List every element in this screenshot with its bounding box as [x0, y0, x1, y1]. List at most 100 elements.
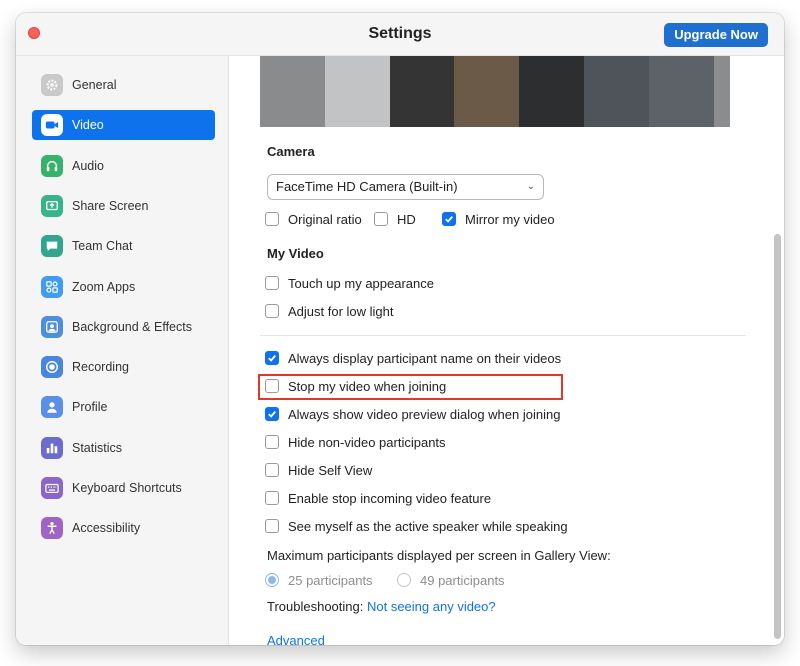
see-myself-as-the-active-speaker-while-speaking-checkbox[interactable]	[265, 519, 279, 533]
always-show-video-preview-dialog-when-joining-label: Always show video preview dialog when jo…	[288, 406, 561, 422]
sidebar-item-label: Keyboard Shortcuts	[72, 481, 182, 495]
video-camera-icon	[41, 114, 63, 137]
record-icon	[41, 356, 63, 379]
touch-up-my-appearance-row[interactable]: Touch up my appearance	[265, 274, 434, 292]
always-show-video-preview-dialog-when-joining-checkbox[interactable]	[265, 407, 279, 421]
sidebar-item-label: General	[72, 78, 117, 92]
gallery-view-label: Maximum participants displayed per scree…	[267, 548, 611, 563]
camera-select[interactable]: FaceTime HD Camera (Built-in) ⌄	[267, 174, 544, 200]
chevron-down-icon: ⌄	[526, 181, 535, 192]
preview-tile	[648, 56, 714, 127]
adjust-for-low-light-row[interactable]: Adjust for low light	[265, 302, 394, 320]
sidebar-item-zoom-apps[interactable]: Zoom Apps	[32, 272, 215, 302]
sidebar-item-label: Background & Effects	[72, 319, 192, 334]
accessibility-icon	[41, 517, 63, 540]
hd-row[interactable]: HD	[374, 210, 416, 228]
not-seeing-video-link[interactable]: Not seeing any video?	[367, 599, 496, 614]
sidebar-item-accessibility[interactable]: Accessibility	[32, 513, 215, 543]
original-ratio-row[interactable]: Original ratio	[265, 210, 362, 228]
sidebar-item-label: Share Screen	[72, 198, 149, 213]
hd-label: HD	[397, 211, 416, 227]
preview-tile	[389, 56, 455, 127]
mirror-my-video-row[interactable]: Mirror my video	[442, 210, 555, 228]
gallery-25-participants-option[interactable]: 25 participants	[265, 571, 373, 589]
keyboard-icon	[41, 477, 63, 499]
hide-self-view-checkbox[interactable]	[265, 463, 279, 477]
settings-sidebar: General Video Audio Share Screen Team Chat Zo…	[16, 56, 229, 645]
sidebar-item-label: Recording	[72, 360, 129, 375]
sidebar-item-label: Zoom Apps	[72, 279, 136, 294]
background-icon	[41, 315, 63, 338]
enable-stop-incoming-video-feature-checkbox[interactable]	[265, 491, 279, 505]
title-bar: Settings Upgrade Now	[16, 13, 784, 56]
camera-heading: Camera	[267, 144, 315, 159]
sidebar-item-audio[interactable]: Audio	[32, 151, 215, 181]
gear-icon	[41, 74, 63, 96]
sidebar-item-label: Audio	[72, 158, 104, 173]
preview-tile	[324, 56, 390, 127]
original-ratio-checkbox[interactable]	[265, 212, 279, 226]
mirror-my-video-checkbox[interactable]	[442, 212, 456, 226]
always-display-participant-name-on-their-videos-row[interactable]: Always display participant name on their…	[265, 349, 561, 367]
video-settings-panel: Camera FaceTime HD Camera (Built-in) ⌄ O…	[229, 56, 784, 645]
scrollbar-thumb[interactable]	[774, 234, 781, 639]
hide-non-video-participants-row[interactable]: Hide non-video participants	[265, 433, 446, 451]
sidebar-item-label: Team Chat	[72, 239, 133, 254]
sidebar-item-share-screen[interactable]: Share Screen	[32, 191, 215, 221]
headphones-icon	[41, 154, 63, 177]
sidebar-item-label: Profile	[72, 400, 108, 415]
upgrade-now-button[interactable]: Upgrade Now	[664, 23, 768, 47]
preview-tile	[519, 56, 585, 127]
hide-self-view-row[interactable]: Hide Self View	[265, 461, 372, 479]
enable-stop-incoming-video-feature-row[interactable]: Enable stop incoming video feature	[265, 489, 491, 507]
always-display-participant-name-on-their-videos-label: Always display participant name on their…	[288, 350, 562, 366]
touch-up-my-appearance-label: Touch up my appearance	[288, 275, 434, 291]
always-display-participant-name-on-their-videos-checkbox[interactable]	[265, 351, 279, 365]
preview-tile	[713, 56, 730, 127]
hd-checkbox[interactable]	[374, 212, 388, 226]
section-divider	[260, 335, 746, 336]
hide-self-view-label: Hide Self View	[288, 462, 373, 478]
scrollbar[interactable]	[770, 56, 784, 645]
sidebar-item-keyboard-shortcuts[interactable]: Keyboard Shortcuts	[32, 473, 215, 503]
person-icon	[41, 396, 63, 419]
bar-chart-icon	[41, 436, 63, 459]
sidebar-item-profile[interactable]: Profile	[32, 392, 215, 422]
gallery-49-participants-option[interactable]: 49 participants	[397, 571, 505, 589]
see-myself-as-the-active-speaker-while-speaking-row[interactable]: See myself as the active speaker while s…	[265, 517, 568, 535]
troubleshooting-label: Troubleshooting:	[267, 599, 364, 614]
radio-button[interactable]	[397, 573, 411, 587]
share-screen-icon	[41, 194, 63, 217]
sidebar-item-label: Video	[72, 118, 104, 133]
see-myself-as-the-active-speaker-while-speaking-label: See myself as the active speaker while s…	[288, 518, 568, 534]
troubleshooting-row: Troubleshooting: Not seeing any video?	[267, 599, 496, 614]
mirror-my-video-label: Mirror my video	[465, 211, 555, 227]
original-ratio-label: Original ratio	[288, 211, 362, 227]
video-preview	[260, 56, 730, 127]
camera-select-value: FaceTime HD Camera (Built-in)	[276, 179, 458, 194]
sidebar-item-label: Accessibility	[72, 521, 141, 536]
sidebar-item-label: Statistics	[72, 440, 123, 455]
adjust-for-low-light-label: Adjust for low light	[288, 303, 394, 319]
my-video-heading: My Video	[267, 246, 324, 261]
gallery-option-label: 25 participants	[288, 572, 373, 588]
sidebar-item-recording[interactable]: Recording	[32, 352, 215, 382]
sidebar-item-video[interactable]: Video	[32, 110, 215, 141]
preview-tile	[260, 56, 325, 127]
advanced-link[interactable]: Advanced	[267, 633, 325, 645]
sidebar-item-general[interactable]: General	[32, 70, 215, 100]
touch-up-my-appearance-checkbox[interactable]	[265, 276, 279, 290]
enable-stop-incoming-video-feature-label: Enable stop incoming video feature	[288, 490, 492, 506]
sidebar-item-team-chat[interactable]: Team Chat	[32, 231, 215, 261]
always-show-video-preview-dialog-when-joining-row[interactable]: Always show video preview dialog when jo…	[265, 405, 560, 423]
sidebar-item-background-effects[interactable]: Background & Effects	[32, 312, 215, 342]
adjust-for-low-light-checkbox[interactable]	[265, 304, 279, 318]
preview-tile	[584, 56, 649, 127]
gallery-option-label: 49 participants	[420, 572, 505, 588]
sidebar-item-statistics[interactable]: Statistics	[32, 433, 215, 463]
hide-non-video-participants-label: Hide non-video participants	[288, 434, 446, 450]
radio-button[interactable]	[265, 573, 279, 587]
highlight-box	[258, 374, 563, 400]
hide-non-video-participants-checkbox[interactable]	[265, 435, 279, 449]
settings-window: Settings Upgrade Now General Video Audio Sh…	[16, 13, 784, 645]
